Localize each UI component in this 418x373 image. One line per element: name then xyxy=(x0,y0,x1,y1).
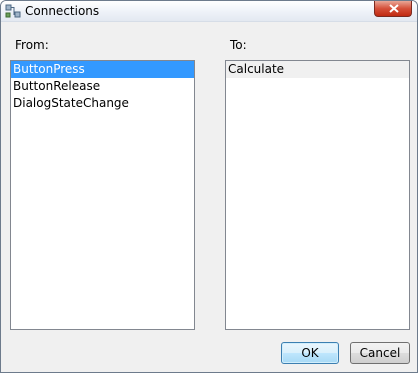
title-bar[interactable]: Connections xyxy=(1,1,417,22)
close-button[interactable] xyxy=(374,1,412,17)
from-item-buttonrelease[interactable]: ButtonRelease xyxy=(11,78,194,95)
from-item-buttonpress[interactable]: ButtonPress xyxy=(11,61,194,78)
dialog-content: From: To: ButtonPress ButtonRelease Dial… xyxy=(1,22,417,372)
from-listbox[interactable]: ButtonPress ButtonRelease DialogStateCha… xyxy=(10,60,195,330)
from-label: From: xyxy=(15,38,49,52)
to-item-calculate[interactable]: Calculate xyxy=(226,61,409,78)
cancel-button[interactable]: Cancel xyxy=(350,342,410,364)
connections-dialog: Connections From: To: ButtonPress Button… xyxy=(0,0,418,373)
to-label: To: xyxy=(230,38,247,52)
to-listbox[interactable]: Calculate xyxy=(225,60,410,330)
connections-icon xyxy=(5,3,21,19)
ok-button[interactable]: OK xyxy=(281,342,339,364)
from-item-dialogstatechange[interactable]: DialogStateChange xyxy=(11,95,194,112)
window-title: Connections xyxy=(25,4,100,18)
close-icon xyxy=(389,4,399,13)
